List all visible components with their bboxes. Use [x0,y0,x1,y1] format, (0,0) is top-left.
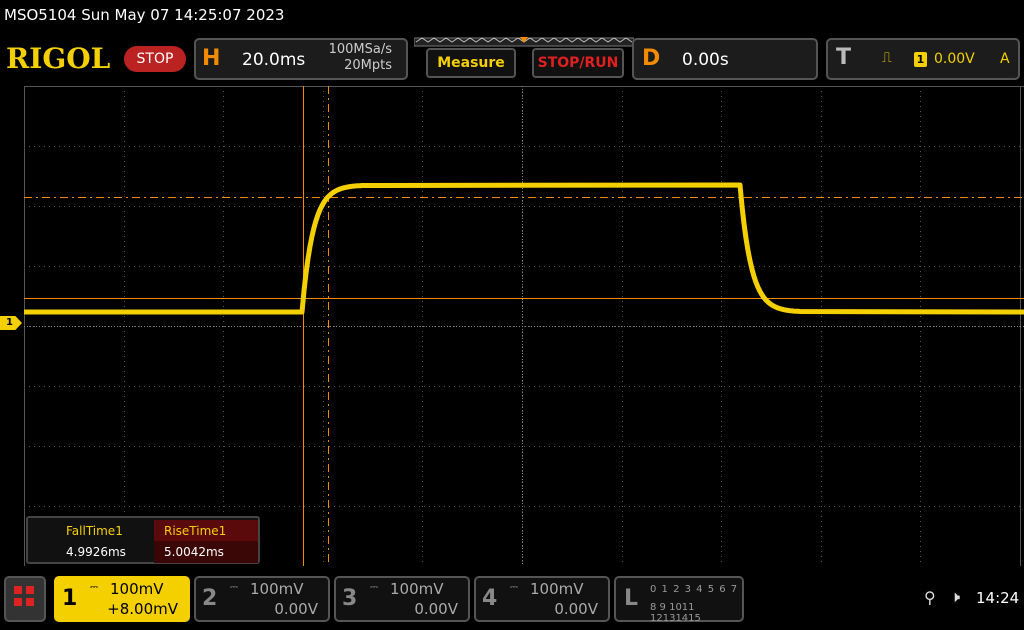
horizontal-label: H [202,46,221,71]
logic-analyzer-box[interactable]: L 0 1 2 3 4 5 6 7 8 9 1011 12131415 [614,576,744,624]
usb-icon: ⚲ [924,588,936,607]
channel-offset: +8.00mV [107,600,178,618]
trigger-panel[interactable]: T ⎍ 1 0.00V A [826,38,1020,80]
sample-rate: 100MSa/s [328,42,392,57]
dc-coupling-icon: ⎓ [230,582,238,593]
dc-coupling-icon: ⎓ [90,582,98,593]
channel-offset: 0.00V [554,600,598,618]
trigger-mode: A [1000,51,1010,67]
channel-number: 2 [202,586,218,611]
menu-grid-icon [14,586,22,594]
rising-edge-icon: ⎍ [882,50,892,66]
channel-offset: 0.00V [274,600,318,618]
measurement-header-rise: RiseTime1 [154,520,258,542]
clock: 14:24 [976,589,1020,607]
measure-button[interactable]: Measure [426,48,516,78]
logic-channels-row-2: 8 9 1011 12131415 [650,602,701,624]
trigger-label: T [836,45,852,70]
delay-value: 0.00s [682,50,729,70]
channel-scale: 100mV [390,580,444,598]
trigger-source: 1 [914,52,927,67]
waveform-display[interactable] [24,86,1024,566]
memory-depth: 20Mpts [344,58,392,73]
channel-2-box[interactable]: 2 ⎓ 100mV 0.00V [194,576,330,622]
measurement-value-fall: 4.9926ms [66,545,126,559]
title-bar: MSO5104 Sun May 07 14:25:07 2023 [0,0,1024,34]
speaker-muted-icon[interactable]: 🕨 [950,587,960,607]
dc-coupling-icon: ⎓ [370,582,378,593]
bottom-bar: 1 ⎓ 100mV +8.00mV 2 ⎓ 100mV 0.00V 3 ⎓ 10… [0,570,1024,630]
rigol-logo: RIGOL [6,42,111,75]
trigger-position-strip [414,37,634,47]
run-state-indicator[interactable]: STOP [124,46,186,72]
menu-grid-icon [26,598,34,606]
dc-coupling-icon: ⎓ [510,582,518,593]
measurement-value-rise: 5.0042ms [154,541,258,563]
measurement-header-fall: FallTime1 [66,524,123,538]
channel-scale: 100mV [250,580,304,598]
channel-number: 1 [62,586,78,611]
timebase-value: 20.0ms [242,50,306,70]
trigger-level: 0.00V [934,51,975,67]
stop-run-button[interactable]: STOP/RUN [532,48,624,78]
measurement-panel[interactable]: FallTime1 RiseTime1 4.9926ms 5.0042ms [26,516,260,564]
channel-1-box[interactable]: 1 ⎓ 100mV +8.00mV [54,576,190,622]
top-toolbar: RIGOL STOP H 20.0ms 100MSa/s 20Mpts Meas… [0,34,1024,84]
channel-1-ground-marker[interactable]: 1 [0,316,22,330]
channel-4-box[interactable]: 4 ⎓ 100mV 0.00V [474,576,610,622]
channel-offset: 0.00V [414,600,458,618]
delay-panel[interactable]: D 0.00s [632,38,818,80]
channel-scale: 100mV [530,580,584,598]
horizontal-panel[interactable]: H 20.0ms 100MSa/s 20Mpts [194,38,408,80]
menu-grid-icon [14,598,22,606]
logic-label: L [624,586,639,611]
app-menu-button[interactable] [4,576,46,622]
logic-channels-row-1: 0 1 2 3 4 5 6 7 [650,584,739,595]
channel-number: 3 [342,586,358,611]
delay-label: D [642,46,661,71]
channel-3-box[interactable]: 3 ⎓ 100mV 0.00V [334,576,470,622]
channel-scale: 100mV [110,580,164,598]
menu-grid-icon [26,586,34,594]
channel-number: 4 [482,586,498,611]
device-title: MSO5104 Sun May 07 14:25:07 2023 [4,6,285,24]
